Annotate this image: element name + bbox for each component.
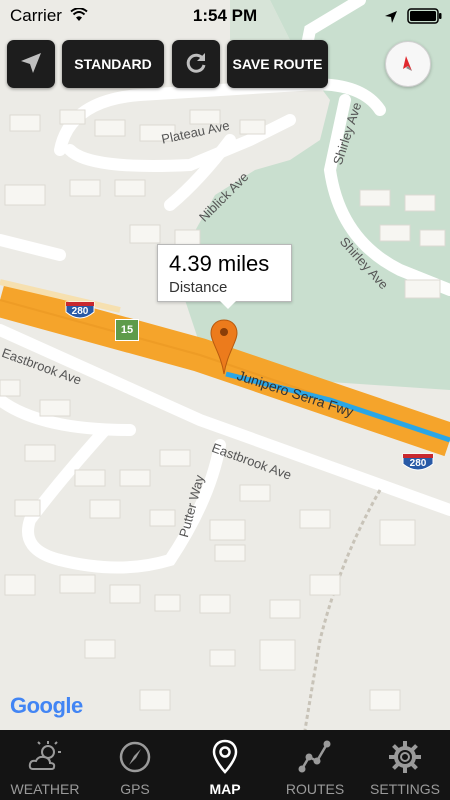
interstate-shield-280-left: 280 xyxy=(65,300,95,322)
map-type-button[interactable]: STANDARD xyxy=(62,40,164,88)
distance-label: Distance xyxy=(169,279,228,296)
wifi-icon xyxy=(70,7,88,27)
google-attribution-logo: Google xyxy=(10,693,83,718)
shield-number: 280 xyxy=(71,306,89,317)
tab-routes[interactable]: ROUTES xyxy=(270,730,360,800)
refresh-button[interactable] xyxy=(172,40,220,88)
location-arrow-icon xyxy=(384,9,398,29)
tab-label: WEATHER xyxy=(10,781,80,797)
tab-label: MAP xyxy=(209,781,241,797)
tab-map[interactable]: MAP xyxy=(180,730,270,800)
locate-button[interactable] xyxy=(7,40,55,88)
tab-label: GPS xyxy=(120,781,150,797)
tab-weather[interactable]: WEATHER xyxy=(0,730,90,800)
shield-number: 280 xyxy=(409,458,427,469)
tab-label: ROUTES xyxy=(285,781,345,797)
tab-label: SETTINGS xyxy=(369,781,440,797)
distance-value: 4.39 miles xyxy=(169,251,270,276)
tab-settings[interactable]: SETTINGS xyxy=(360,730,450,800)
map-view[interactable]: Plateau Ave Niblick Ave Shirley Ave Shir… xyxy=(0,0,450,730)
battery-icon xyxy=(407,8,443,29)
save-route-button[interactable]: SAVE ROUTE xyxy=(227,40,328,88)
refresh-icon xyxy=(183,50,209,79)
callout-tail xyxy=(218,299,238,309)
tab-gps[interactable]: GPS xyxy=(90,730,180,800)
route-shield-15: 15 xyxy=(115,319,139,341)
status-bar: Carrier 1:54 PM xyxy=(0,0,450,32)
interstate-shield-280-right: 280 xyxy=(402,452,434,474)
distance-callout[interactable]: 4.39 miles Distance xyxy=(157,244,292,302)
location-arrow-icon xyxy=(19,51,43,78)
status-time: 1:54 PM xyxy=(192,6,258,25)
carrier-label: Carrier xyxy=(10,6,62,25)
compass-needle-icon xyxy=(386,56,430,90)
tab-bar: WEATHER GPS MAP ROUTES SETTINGS xyxy=(0,730,450,800)
compass-button[interactable] xyxy=(385,41,431,87)
